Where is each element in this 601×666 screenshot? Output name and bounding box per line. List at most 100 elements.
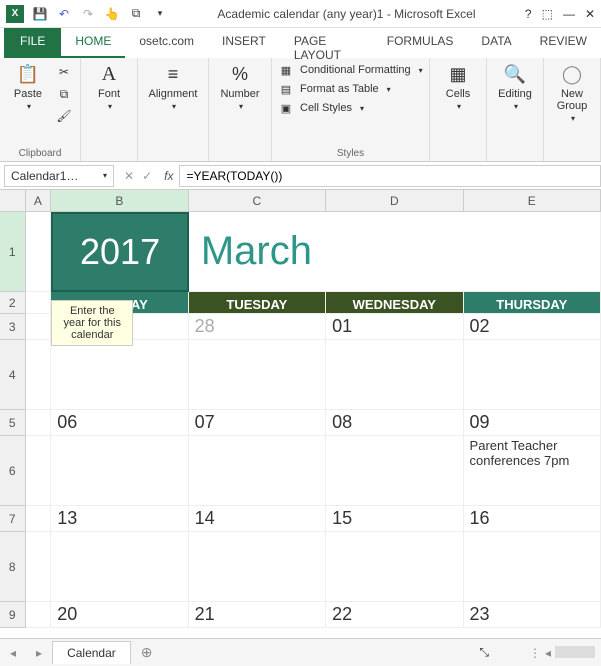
select-all-corner[interactable]	[0, 190, 26, 211]
row-header-8[interactable]: 8	[0, 532, 26, 602]
undo-icon[interactable]: ↶	[56, 6, 72, 22]
conditional-formatting-button[interactable]: ▦ Conditional Formatting ▾	[278, 62, 423, 78]
format-as-table-button[interactable]: ▤ Format as Table ▾	[278, 81, 423, 97]
sheet-tab-calendar[interactable]: Calendar	[52, 641, 131, 664]
alignment-label: Alignment	[149, 88, 198, 100]
col-header-e[interactable]: E	[464, 190, 601, 211]
tab-osetc[interactable]: osetc.com	[125, 28, 208, 58]
save-icon[interactable]: 💾	[32, 6, 48, 22]
dayhead-thu[interactable]: THURSDAY	[464, 292, 601, 314]
cell-styles-button[interactable]: ▣ Cell Styles ▾	[278, 100, 423, 116]
cancel-formula-icon[interactable]: ✕	[124, 169, 134, 183]
cell-b7[interactable]: 13	[51, 506, 188, 532]
new-group-button[interactable]: ◯ New Group ▾	[550, 62, 594, 123]
cell-e5[interactable]: 09	[464, 410, 601, 436]
copy-icon[interactable]: ⧉	[54, 84, 74, 104]
group-cells: ▦ Cells ▾	[430, 58, 487, 161]
excel-logo-icon: X	[6, 5, 24, 23]
number-label: Number	[220, 88, 259, 100]
accept-formula-icon[interactable]: ✓	[142, 169, 152, 183]
scroll-left-icon[interactable]: ◂	[545, 646, 551, 660]
tab-nav-next-icon[interactable]: ▸	[26, 646, 52, 660]
cell-e3[interactable]: 02	[464, 314, 601, 340]
alignment-button[interactable]: ≡ Alignment ▾	[144, 62, 202, 111]
tab-home[interactable]: HOME	[61, 28, 125, 58]
dayhead-wed[interactable]: WEDNESDAY	[326, 292, 463, 314]
table-icon: ▤	[278, 81, 294, 97]
row-header-6[interactable]: 6	[0, 436, 26, 506]
tab-review[interactable]: REVIEW	[526, 28, 601, 58]
fx-icon[interactable]: fx	[158, 169, 179, 183]
tab-nav-prev-icon[interactable]: ◂	[0, 646, 26, 660]
tab-data[interactable]: DATA	[467, 28, 525, 58]
row-header-4[interactable]: 4	[0, 340, 26, 410]
row-header-2[interactable]: 2	[0, 292, 26, 314]
cell-e6-event[interactable]: Parent Teacher conferences 7pm	[464, 436, 601, 506]
chevron-down-icon: ▾	[239, 102, 243, 111]
dayhead-tue[interactable]: TUESDAY	[189, 292, 326, 314]
cell-b1-year[interactable]: 2017 Enter the year for this calendar	[51, 212, 189, 292]
col-header-d[interactable]: D	[326, 190, 463, 211]
tab-insert[interactable]: INSERT	[208, 28, 280, 58]
cell-a1[interactable]	[26, 212, 52, 292]
qat-dropdown-icon[interactable]: ▾	[152, 6, 168, 22]
col-header-a[interactable]: A	[26, 190, 52, 211]
chevron-down-icon: ▾	[27, 102, 31, 111]
cell-month[interactable]: March	[189, 212, 601, 292]
cell-a3[interactable]	[26, 314, 52, 340]
cursor-icon: ⤡	[479, 645, 529, 660]
cell-c7[interactable]: 14	[189, 506, 326, 532]
add-sheet-icon[interactable]: ⊕	[131, 644, 163, 661]
group-label-styles: Styles	[278, 146, 423, 159]
editing-icon: 🔍	[503, 62, 527, 86]
cell-c5[interactable]: 07	[189, 410, 326, 436]
number-button[interactable]: % Number ▾	[215, 62, 265, 111]
chevron-down-icon: ▾	[419, 66, 423, 75]
cell-d5[interactable]: 08	[326, 410, 463, 436]
cell-e7[interactable]: 16	[464, 506, 601, 532]
cell-b5[interactable]: 06	[51, 410, 188, 436]
touch-mode-icon[interactable]: 👆	[104, 6, 120, 22]
cell-c3[interactable]: 28	[189, 314, 326, 340]
name-box[interactable]: Calendar1… ▾	[4, 165, 114, 187]
close-icon[interactable]: ✕	[585, 7, 595, 21]
col-header-b[interactable]: B	[51, 190, 188, 211]
alignment-icon: ≡	[161, 62, 185, 86]
cell-d3[interactable]: 01	[326, 314, 463, 340]
paste-label: Paste	[14, 88, 42, 100]
minimize-icon[interactable]: —	[563, 7, 575, 21]
font-button[interactable]: A Font ▾	[87, 62, 131, 111]
row-header-7[interactable]: 7	[0, 506, 26, 532]
cells-button[interactable]: ▦ Cells ▾	[436, 62, 480, 111]
font-label: Font	[98, 88, 120, 100]
row-header-1[interactable]: 1	[0, 212, 26, 292]
cell-c9[interactable]: 21	[189, 602, 326, 628]
tab-formulas[interactable]: FORMULAS	[373, 28, 468, 58]
formula-input[interactable]	[179, 165, 601, 187]
copy-icon[interactable]: ⧉	[128, 6, 144, 22]
scroll-divider-icon[interactable]: ⋮	[529, 646, 541, 660]
chevron-down-icon: ▾	[172, 102, 176, 111]
format-painter-icon[interactable]: 🖌	[54, 106, 74, 126]
scrollbar-thumb[interactable]	[555, 646, 595, 658]
ribbon-options-icon[interactable]: ⬚	[542, 7, 553, 21]
tab-file[interactable]: FILE	[4, 28, 61, 58]
row-header-5[interactable]: 5	[0, 410, 26, 436]
help-icon[interactable]: ?	[525, 7, 532, 21]
cell-a2[interactable]	[26, 292, 52, 314]
redo-icon[interactable]: ↷	[80, 6, 96, 22]
paste-button[interactable]: 📋 Paste ▾	[6, 62, 50, 111]
row-header-3[interactable]: 3	[0, 314, 26, 340]
group-label-clipboard: Clipboard	[6, 146, 74, 159]
chevron-down-icon: ▾	[514, 102, 518, 111]
cell-styles-icon: ▣	[278, 100, 294, 116]
cell-d7[interactable]: 15	[326, 506, 463, 532]
row-header-9[interactable]: 9	[0, 602, 26, 628]
cell-e9[interactable]: 23	[464, 602, 601, 628]
tab-page-layout[interactable]: PAGE LAYOUT	[280, 28, 373, 58]
cut-icon[interactable]: ✂	[54, 62, 74, 82]
cell-d9[interactable]: 22	[326, 602, 463, 628]
editing-button[interactable]: 🔍 Editing ▾	[493, 62, 537, 111]
cell-b9[interactable]: 20	[51, 602, 188, 628]
col-header-c[interactable]: C	[189, 190, 326, 211]
